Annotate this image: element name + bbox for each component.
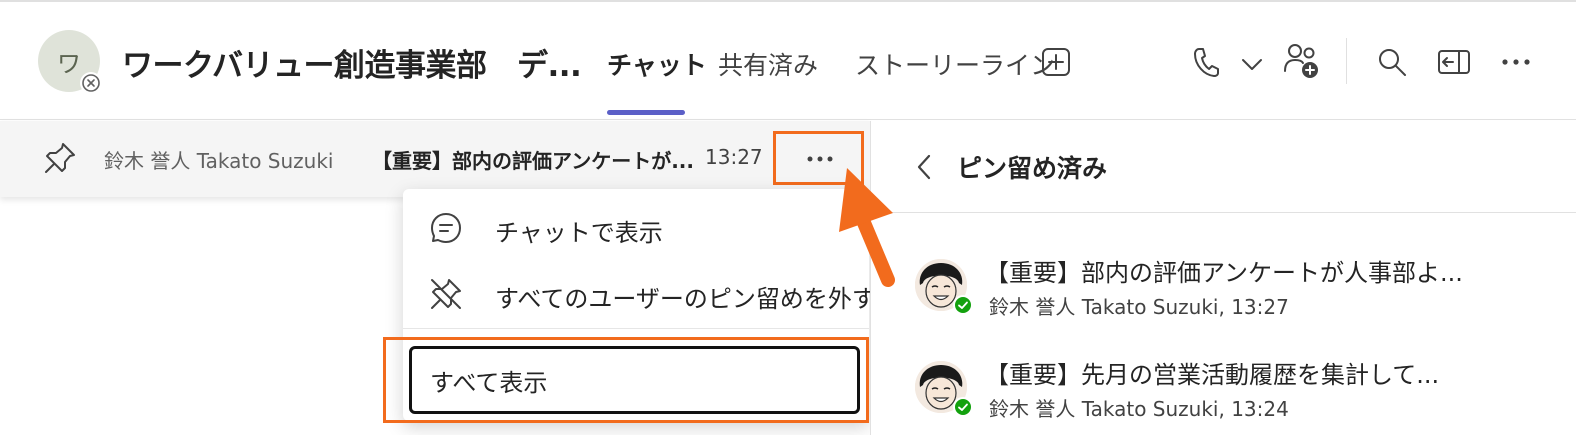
pinned-sender: 鈴木 誉人 Takato Suzuki — [104, 149, 334, 173]
unpin-icon — [429, 277, 463, 315]
add-people-icon[interactable] — [1280, 40, 1322, 82]
pinned-entry-title: 【重要】先月の営業活動履歴を集計して... — [985, 361, 1440, 389]
pinned-entry[interactable]: 【重要】先月の営業活動履歴を集計して... 鈴木 誉人 Takato Suzuk… — [871, 353, 1576, 435]
menu-item-view-in-chat[interactable]: チャットで表示 — [403, 195, 869, 261]
pinned-message[interactable]: 【重要】部内の評価アンケートが... — [372, 145, 694, 174]
pinned-entry-meta: 鈴木 誉人 Takato Suzuki, 13:27 — [989, 295, 1289, 319]
tab-chat[interactable]: チャット — [607, 46, 707, 82]
menu-label-view-in-chat: チャットで表示 — [495, 219, 663, 247]
chevron-down-icon[interactable] — [1238, 52, 1266, 76]
chat-title: ワークバリュー創造事業部 デ... — [122, 48, 582, 84]
chat-header: ワ ワークバリュー創造事業部 デ... チャット 共有済み ストーリーライン — [0, 2, 1576, 120]
menu-label-unpin-all: すべてのユーザーのピン留めを外す — [495, 285, 876, 313]
online-status-icon — [953, 295, 973, 315]
call-icon[interactable] — [1188, 44, 1224, 80]
chat-icon — [429, 211, 463, 249]
tab-shared[interactable]: 共有済み — [718, 46, 818, 82]
online-status-icon — [953, 397, 973, 417]
show-all-button[interactable]: すべて表示 — [409, 346, 860, 414]
header-divider — [1346, 38, 1347, 84]
avatar-status-icon — [80, 72, 102, 94]
pinned-pane-title: ピン留め済み — [957, 154, 1108, 183]
active-tab-indicator — [607, 110, 685, 115]
search-icon[interactable] — [1374, 44, 1410, 80]
pinned-entry-meta: 鈴木 誉人 Takato Suzuki, 13:24 — [989, 397, 1289, 421]
pin-icon — [42, 139, 78, 177]
add-tab-icon[interactable] — [1038, 44, 1074, 80]
pinned-time: 13:27 — [705, 145, 763, 169]
more-icon[interactable] — [1498, 48, 1534, 76]
pinned-pane-header: ピン留め済み — [871, 121, 1576, 213]
more-button-highlight — [773, 131, 864, 185]
menu-item-unpin-all[interactable]: すべてのユーザーのピン留めを外す — [403, 261, 876, 327]
menu-separator — [403, 328, 869, 329]
back-chevron-icon[interactable] — [911, 151, 937, 183]
open-pane-icon[interactable] — [1435, 44, 1473, 80]
pinned-message-bar[interactable]: 鈴木 誉人 Takato Suzuki 【重要】部内の評価アンケートが... 1… — [0, 121, 870, 197]
pinned-pane: ピン留め済み 【重要】部内の評価アンケートが人事部よ... 鈴木 誉人 Taka… — [870, 121, 1576, 435]
avatar-initial: ワ — [57, 49, 81, 78]
tab-storyline[interactable]: ストーリーライン — [855, 46, 1055, 82]
pinned-entry-title: 【重要】部内の評価アンケートが人事部よ... — [985, 259, 1463, 287]
pinned-entry[interactable]: 【重要】部内の評価アンケートが人事部よ... 鈴木 誉人 Takato Suzu… — [871, 251, 1576, 347]
